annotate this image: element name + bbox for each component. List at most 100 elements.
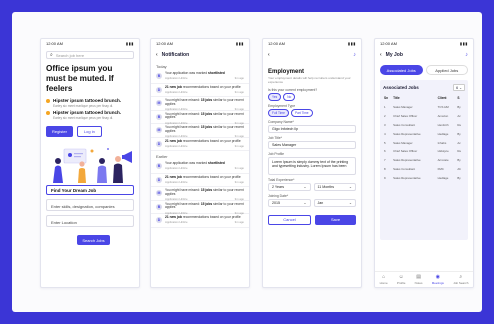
table-cell: Ac [457,140,461,145]
notification-item[interactable]: M You might have missed: 15 jobs similar … [151,97,249,111]
table-row[interactable]: 6 Chief Sales Officer Hidolyce Re [383,147,465,156]
current-employment-label: Is this your current employment? [268,87,318,92]
table-cell: By [457,105,461,110]
table-cell: Hexforth [437,122,449,127]
yes-chip[interactable]: Yes [268,92,282,101]
tab-associated-jobs[interactable]: Associated Jobs [380,65,423,75]
cancel-button[interactable]: Cancel [268,214,311,225]
job-title-field[interactable]: Sales Manager [268,140,356,149]
notification-item[interactable]: D 21 new job recommendations based on you… [151,138,249,151]
nav-label: Home [379,281,388,285]
notification-item[interactable]: B You might have missed: 15 jobs similar … [151,111,249,125]
table-row[interactable]: 8 Sales Consultant FMC Ah [383,164,465,173]
tip-subtitle: Earley sic meet marlique peus per finay … [53,116,114,120]
jobs-table: Sn Title Client S 1 Sales Manager TCS HM By 2 Ch… [383,95,465,182]
location-input[interactable]: Enter Location [46,215,134,227]
phone-home: 12:00 AM ▮▮▮ ⌕ Search job here Office ip… [40,38,140,288]
page-description: Your employment details will help recrui… [268,76,351,84]
months-select[interactable]: 11 Months ⌄ [313,182,356,191]
full-time-chip[interactable]: Full Time [268,108,289,117]
profile-icon: ☺ [398,274,404,280]
month-select[interactable]: Jan ⌄ [313,198,356,207]
notification-item[interactable]: M You might have missed: 15 jobs similar … [151,124,249,138]
search-input[interactable]: ⌕ Search job here [46,51,134,59]
avatar: B [156,203,162,210]
avatar: D [156,86,162,93]
table-cell: Sales Representative [393,158,421,163]
notification-item[interactable]: D 21 new job recommendations based on you… [151,214,249,228]
register-button[interactable]: Register [46,126,73,137]
table-row[interactable]: 5 Sales Manager Inhabs Ac [383,138,465,147]
notification-text: 21 new job recommendations based on your… [165,215,244,220]
company-name-field[interactable]: Gigo Infotech llp [268,124,356,133]
my-job-header: ‹ My Job ♪ [375,49,473,61]
status-bar: 12:00 AM ▮▮▮ [375,39,473,49]
notification-highlight: 15 jobs [200,98,213,102]
job-title-label: Job Title* [268,135,282,140]
job-profile-label: Job Profile [268,151,285,156]
table-cell: By [457,158,461,163]
nav-item-meetings[interactable]: ◉ Meetings [432,274,444,285]
save-button[interactable]: Save [315,214,356,225]
chevron-down-icon: ⌄ [303,201,307,206]
notification-item[interactable]: B Your application was marked shortlisted… [151,160,249,174]
notification-text: 21 new job recommendations based on your… [165,138,244,144]
back-arrow-icon[interactable]: ‹ [156,52,158,58]
notification-text: Your application was marked shortlisted [165,161,244,166]
no-chip[interactable]: No [283,92,296,101]
nav-item-home[interactable]: ⌂ Home [380,274,388,285]
tip-item: Hipster ipsum tattooed brunch. Earley si… [46,110,134,120]
table-row[interactable]: 1 Sales Manager TCS HM By [383,103,465,112]
notification-highlight: 21 new job [165,138,182,143]
table-cell: 4 [384,131,386,136]
notification-item[interactable]: D 21 new job recommendations based on you… [151,174,249,187]
bell-icon[interactable]: ♪ [353,52,356,58]
table-row[interactable]: 9 Sales Representative Hedlage By [383,173,465,182]
tip-item: Hipster ipsum tattooed brunch. Earley si… [46,98,134,108]
notification-item[interactable]: D 21 new job recommendations based on you… [151,84,249,97]
signal-icon: ▮▮▮ [235,41,244,46]
hero-headline: Office ipsum you must be muted. If feele… [46,64,114,93]
table-cell: Sales Representative [393,131,421,136]
status-time: 12:00 AM [380,41,397,46]
bell-icon[interactable]: ♪ [465,52,468,58]
table-cell: Sales Consultant [393,122,416,127]
notification-time: 3m ago [234,89,244,94]
table-row[interactable]: 3 Sales Consultant Hexforth Re [383,121,465,130]
table-row[interactable]: 4 Sales Representative Hedlage By [383,129,465,138]
nav-item-profile[interactable]: ☺ Profile [397,274,406,285]
search-jobs-button[interactable]: Search Jobs [77,235,110,245]
table-cell: Ac [457,114,461,119]
nav-label: Notes [414,281,423,285]
table-row[interactable]: 2 Chief Sales Officer Amazon Ac [383,112,465,121]
back-arrow-icon[interactable]: ‹ [268,52,270,58]
notification-item[interactable]: B You might have missed: 15 jobs similar … [151,201,249,215]
login-button[interactable]: Log in [76,126,102,137]
chevron-down-icon: ⌄ [348,201,352,206]
nav-item-job-search[interactable]: ⌕ Job Search [453,274,468,285]
status-bar: 12:00 AM ▮▮▮ [41,39,139,49]
notification-item[interactable]: M You might have missed: 15 jobs similar … [151,187,249,201]
years-value: 2 Years [272,185,284,190]
table-cell: Hedlage [437,131,449,136]
years-select[interactable]: 2 Years ⌄ [268,182,311,191]
table-row[interactable]: 7 Sales Representative Arrocate By [383,156,465,165]
column-header: Title [393,96,400,100]
year-select[interactable]: 2015 ⌄ [268,198,311,207]
part-time-chip[interactable]: Part Time [290,108,313,117]
job-profile-textarea[interactable]: Lorem Ipsum is simply dummy text of the … [268,156,356,175]
find-dream-job-banner: Find Your Dream Job [46,185,134,195]
back-arrow-icon[interactable]: ‹ [380,52,382,58]
notification-highlight: shortlisted [207,161,225,165]
table-cell: 2 [384,114,386,119]
table-cell: 7 [384,158,386,163]
page-size-select[interactable]: 6 ⌄ [453,84,465,91]
avatar: M [156,190,162,196]
nav-item-notes[interactable]: ▤ Notes [415,274,423,285]
tab-applied-jobs[interactable]: Applied Jobs [425,65,468,75]
employment-header: ‹ ♪ [263,49,361,61]
skills-input[interactable]: Enter skills, designation, companies [46,199,134,211]
notification-item[interactable]: B Your application was marked shortlisted… [151,70,249,84]
page-title: Employment [268,69,305,75]
nav-label: Profile [396,281,406,285]
